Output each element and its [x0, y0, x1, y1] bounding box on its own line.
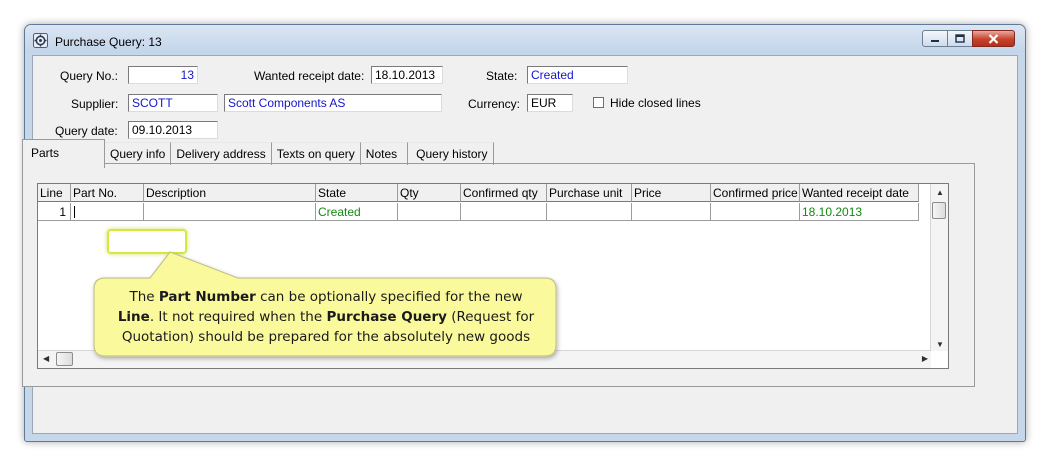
callout-text-3: . It not required when the	[149, 309, 327, 325]
text-caret	[74, 206, 75, 218]
minimize-button[interactable]	[922, 30, 948, 47]
vertical-scroll-thumb[interactable]	[932, 202, 946, 219]
cell-state[interactable]: Created	[316, 203, 398, 221]
app-icon	[33, 33, 48, 48]
horizontal-scrollbar[interactable]: ◀ ▶	[38, 350, 931, 368]
scroll-right-arrow-icon[interactable]: ▶	[922, 354, 928, 363]
column-header-qty[interactable]: Qty	[398, 184, 461, 202]
tab-parts[interactable]: Parts	[22, 139, 105, 168]
cell-wanted-receipt-date[interactable]: 18.10.2013	[800, 203, 919, 221]
query-date-label: Query date:	[55, 124, 118, 138]
tab-query-info[interactable]: Query info	[105, 142, 172, 165]
column-header-description[interactable]: Description	[144, 184, 316, 202]
callout-text: The Part Number can be optionally specif…	[100, 287, 552, 347]
state-label: State:	[486, 69, 518, 83]
cell-qty[interactable]	[398, 203, 461, 221]
vertical-scrollbar[interactable]: ▲ ▼	[930, 184, 948, 351]
callout-bold-part-number: Part Number	[158, 289, 256, 305]
tab-notes[interactable]: Notes	[360, 142, 409, 165]
supplier-name-field[interactable]: Scott Components AS	[224, 94, 442, 112]
currency-field[interactable]: EUR	[527, 94, 573, 112]
maximize-icon	[955, 34, 965, 43]
cell-price[interactable]	[632, 203, 711, 221]
cell-purchase-unit[interactable]	[547, 203, 632, 221]
title-bar[interactable]: Purchase Query: 13	[25, 25, 1025, 53]
currency-label: Currency:	[468, 97, 521, 111]
cell-confirmed-qty[interactable]	[461, 203, 547, 221]
column-header-confirmed-price[interactable]: Confirmed price	[711, 184, 800, 202]
maximize-button[interactable]	[947, 30, 973, 47]
column-header-price[interactable]: Price	[632, 184, 711, 202]
horizontal-scroll-thumb[interactable]	[56, 352, 73, 366]
column-header-confirmed-qty[interactable]: Confirmed qty	[461, 184, 547, 202]
callout-text-4: (Request for	[446, 309, 535, 325]
minimize-icon	[931, 39, 939, 42]
column-header-state[interactable]: State	[316, 184, 398, 202]
query-no-label: Query No.:	[60, 69, 119, 83]
scroll-up-arrow-icon[interactable]: ▲	[936, 188, 944, 197]
window-controls	[922, 30, 1015, 47]
column-header-wanted-receipt-date[interactable]: Wanted receipt date	[800, 184, 919, 202]
hide-closed-lines-label[interactable]: Hide closed lines	[610, 96, 701, 110]
callout-bold-line: Line	[117, 309, 150, 325]
cell-confirmed-price[interactable]	[711, 203, 800, 221]
callout-text-2: can be optionally specified for the new	[255, 289, 523, 305]
window-title: Purchase Query: 13	[55, 35, 162, 49]
wanted-receipt-date-field[interactable]: 18.10.2013	[371, 66, 443, 84]
cell-part-no[interactable]	[71, 203, 144, 221]
hide-closed-lines-checkbox[interactable]	[593, 97, 604, 108]
callout-bold-purchase-query: Purchase Query	[326, 309, 447, 325]
tab-delivery-address[interactable]: Delivery address	[171, 142, 272, 165]
supplier-label: Supplier:	[71, 97, 119, 111]
column-header-part-no[interactable]: Part No.	[71, 184, 144, 202]
close-icon	[988, 33, 999, 44]
tab-strip: Parts Query info Delivery address Texts …	[22, 139, 494, 168]
supplier-code-field[interactable]: SCOTT	[128, 94, 218, 112]
tab-texts-on-query[interactable]: Texts on query	[271, 142, 361, 165]
column-header-purchase-unit[interactable]: Purchase unit	[547, 184, 632, 202]
cell-description[interactable]	[144, 203, 316, 221]
cell-line[interactable]: 1	[38, 203, 71, 221]
close-button[interactable]	[972, 30, 1015, 47]
callout-text-1: The	[129, 289, 159, 305]
query-date-field[interactable]: 09.10.2013	[128, 121, 218, 139]
scroll-left-arrow-icon[interactable]: ◀	[43, 354, 49, 363]
state-field[interactable]: Created	[527, 66, 628, 84]
part-no-highlight	[107, 229, 187, 254]
query-no-field[interactable]: 13	[128, 66, 198, 84]
column-header-line[interactable]: Line	[38, 184, 71, 202]
wanted-receipt-label: Wanted receipt date:	[254, 69, 365, 83]
scroll-down-arrow-icon[interactable]: ▼	[936, 340, 944, 349]
tab-query-history[interactable]: Query history	[408, 142, 494, 165]
callout-text-5: Quotation) should be prepared for the ab…	[121, 329, 531, 345]
